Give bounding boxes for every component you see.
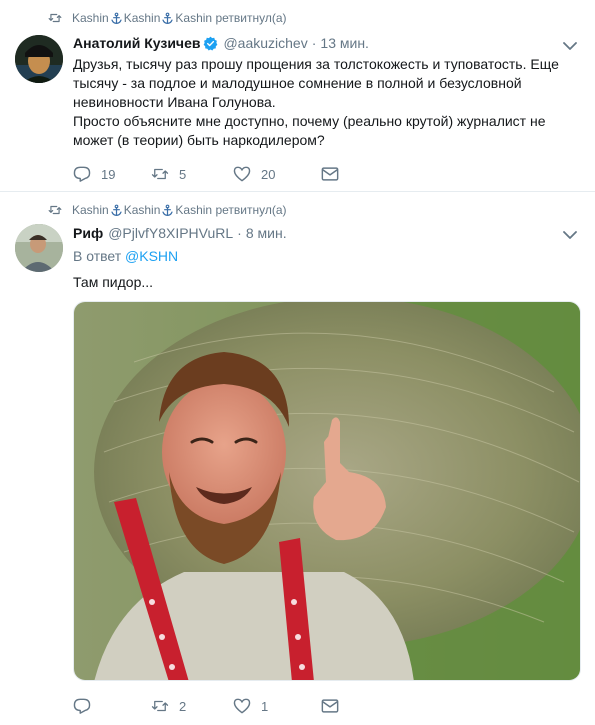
author-name[interactable]: Анатолий Кузичев (73, 35, 200, 51)
retweet-button[interactable]: 5 (151, 166, 233, 182)
retweet-context: Kashin Kashin Kashin ретвитнул(а) (48, 11, 287, 25)
retweet-icon (48, 13, 62, 23)
tweet-text: Там пидор... (73, 273, 583, 292)
retweeter-name[interactable]: Kashin (72, 203, 109, 217)
retweet-context: Kashin Kashin Kashin ретвитнул(а) (48, 203, 287, 217)
retweet-icon (151, 168, 169, 180)
anchor-icon (162, 12, 173, 24)
envelope-icon (321, 167, 339, 181)
reply-icon (73, 166, 91, 182)
retweet-icon (48, 205, 62, 215)
anchor-icon (111, 204, 122, 216)
like-count: 20 (261, 166, 276, 182)
author-handle[interactable]: @PjlvfY8XIPHVuRL (108, 225, 233, 241)
like-count: 1 (261, 698, 269, 714)
retweet-icon (151, 700, 169, 712)
reply-context: В ответ @KSHN (73, 248, 178, 264)
anchor-icon (111, 12, 122, 24)
retweeter-name[interactable]: Kashin (175, 11, 212, 25)
retweeter-name[interactable]: Kashin (124, 11, 161, 25)
verified-badge-icon (204, 36, 218, 50)
tweet-paragraph: Просто объясните мне доступно, почему (р… (73, 113, 546, 148)
like-button[interactable]: 1 (233, 698, 321, 714)
anchor-icon (162, 204, 173, 216)
tweet-photo[interactable] (73, 301, 581, 681)
tweet-actions: 2 1 (73, 698, 401, 714)
timestamp[interactable]: 8 мин. (246, 225, 287, 241)
heart-icon (233, 166, 251, 182)
chevron-down-icon[interactable] (563, 230, 577, 240)
reply-to-handle[interactable]: @KSHN (125, 248, 178, 264)
tweet-actions: 19 5 20 (73, 166, 401, 182)
avatar[interactable] (15, 35, 63, 83)
reply-button[interactable] (73, 698, 151, 714)
envelope-icon (321, 699, 339, 713)
tweet-paragraph: Друзья, тысячу раз прошу прощения за тол… (73, 56, 559, 110)
author-handle[interactable]: @aakuzichev (223, 35, 307, 51)
retweet-count: 2 (179, 698, 187, 714)
timestamp[interactable]: 13 мин. (320, 35, 369, 51)
separator-dot: · (311, 35, 317, 51)
retweet-label: ретвитнул(а) (215, 11, 287, 25)
author-name[interactable]: Риф (73, 225, 103, 241)
tweet-header: Риф @PjlvfY8XIPHVuRL · 8 мин. (73, 225, 287, 241)
retweet-count: 5 (179, 166, 187, 182)
chevron-down-icon[interactable] (563, 41, 577, 51)
avatar[interactable] (15, 224, 63, 272)
retweet-button[interactable]: 2 (151, 698, 233, 714)
reply-prefix: В ответ (73, 248, 126, 264)
retweeter-name[interactable]: Kashin (175, 203, 212, 217)
tweet[interactable]: Kashin Kashin Kashin ретвитнул(а) Анатол… (0, 0, 595, 192)
timeline-feed: Kashin Kashin Kashin ретвитнул(а) Анатол… (0, 0, 595, 725)
like-button[interactable]: 20 (233, 166, 321, 182)
tweet-paragraph: Там пидор... (73, 274, 154, 290)
tweet-header: Анатолий Кузичев @aakuzichev · 13 мин. (73, 35, 369, 51)
heart-icon (233, 698, 251, 714)
direct-message-button[interactable] (321, 166, 401, 182)
reply-button[interactable]: 19 (73, 166, 151, 182)
tweet[interactable]: Kashin Kashin Kashin ретвитнул(а) Риф @P… (0, 193, 595, 725)
retweeter-name[interactable]: Kashin (72, 11, 109, 25)
tweet-text: Друзья, тысячу раз прошу прощения за тол… (73, 55, 583, 150)
retweeter-name[interactable]: Kashin (124, 203, 161, 217)
reply-count: 19 (101, 166, 116, 182)
direct-message-button[interactable] (321, 698, 401, 714)
separator-dot: · (237, 225, 242, 241)
retweet-label: ретвитнул(а) (215, 203, 287, 217)
photo-image (74, 302, 580, 680)
reply-icon (73, 698, 91, 714)
